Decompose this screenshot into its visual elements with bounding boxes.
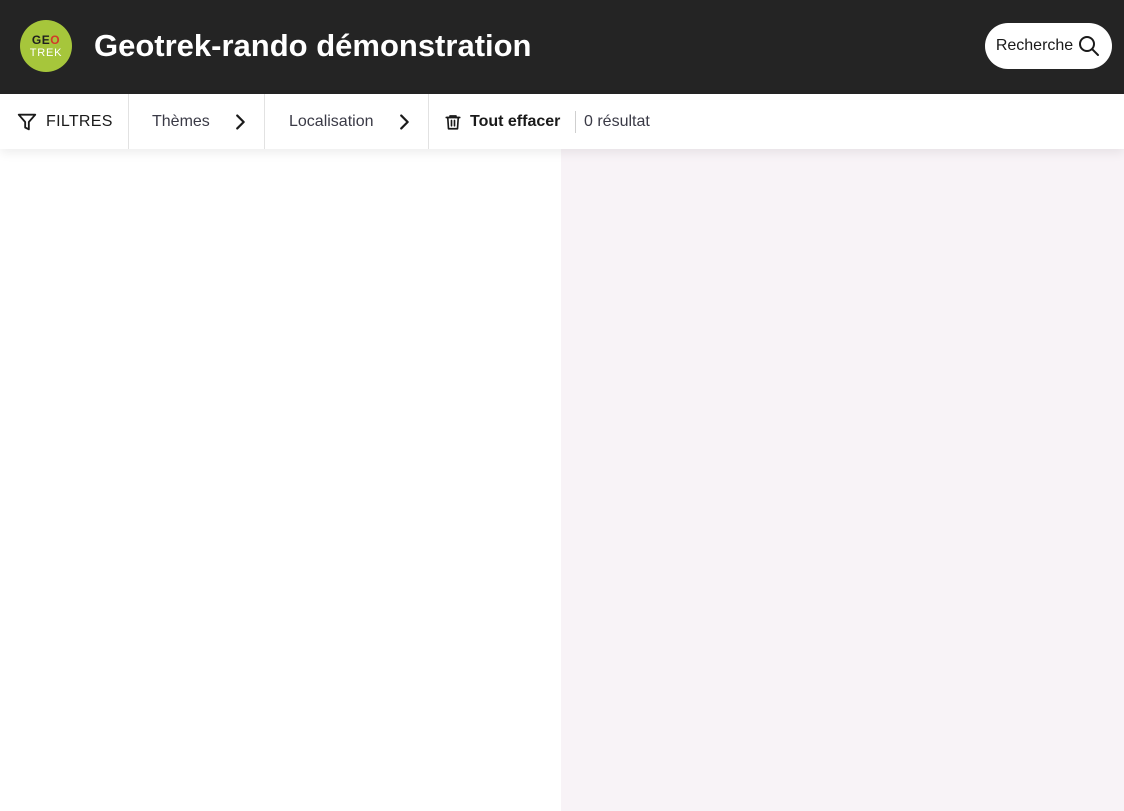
app-root: GEO TREK Geotrek-rando démonstration Rec…: [0, 0, 1124, 811]
site-header: GEO TREK Geotrek-rando démonstration Rec…: [0, 0, 1124, 94]
clear-all-label: Tout effacer: [470, 112, 561, 130]
filters-header[interactable]: FILTRES: [0, 94, 129, 149]
results-list-panel: [0, 149, 561, 811]
filter-themes[interactable]: Thèmes: [129, 94, 265, 149]
search-button[interactable]: Recherche: [985, 23, 1112, 69]
logo-text-bottom: TREK: [29, 46, 63, 59]
search-icon: [1077, 34, 1101, 58]
map-panel[interactable]: [561, 149, 1124, 811]
logo-text-top: GEO: [31, 32, 61, 47]
divider: [575, 111, 576, 133]
filters-label: FILTRES: [46, 112, 113, 130]
chevron-right-icon: [393, 111, 415, 133]
filter-bar: FILTRES Thèmes Localisation Tout effacer…: [0, 94, 1124, 149]
clear-all-button[interactable]: Tout effacer: [444, 94, 560, 149]
chevron-right-icon: [229, 111, 251, 133]
filter-localisation-label: Localisation: [289, 112, 374, 130]
filter-themes-label: Thèmes: [152, 112, 210, 130]
trash-icon: [444, 113, 462, 131]
geotrek-logo[interactable]: GEO TREK: [20, 20, 72, 72]
site-title[interactable]: Geotrek-rando démonstration: [94, 28, 532, 64]
results-count-label: 0 résultat: [584, 112, 650, 130]
search-button-label: Recherche: [995, 37, 1074, 54]
results-count: 0 résultat: [584, 94, 650, 149]
filter-funnel-icon: [16, 111, 38, 133]
filter-localisation[interactable]: Localisation: [265, 94, 429, 149]
